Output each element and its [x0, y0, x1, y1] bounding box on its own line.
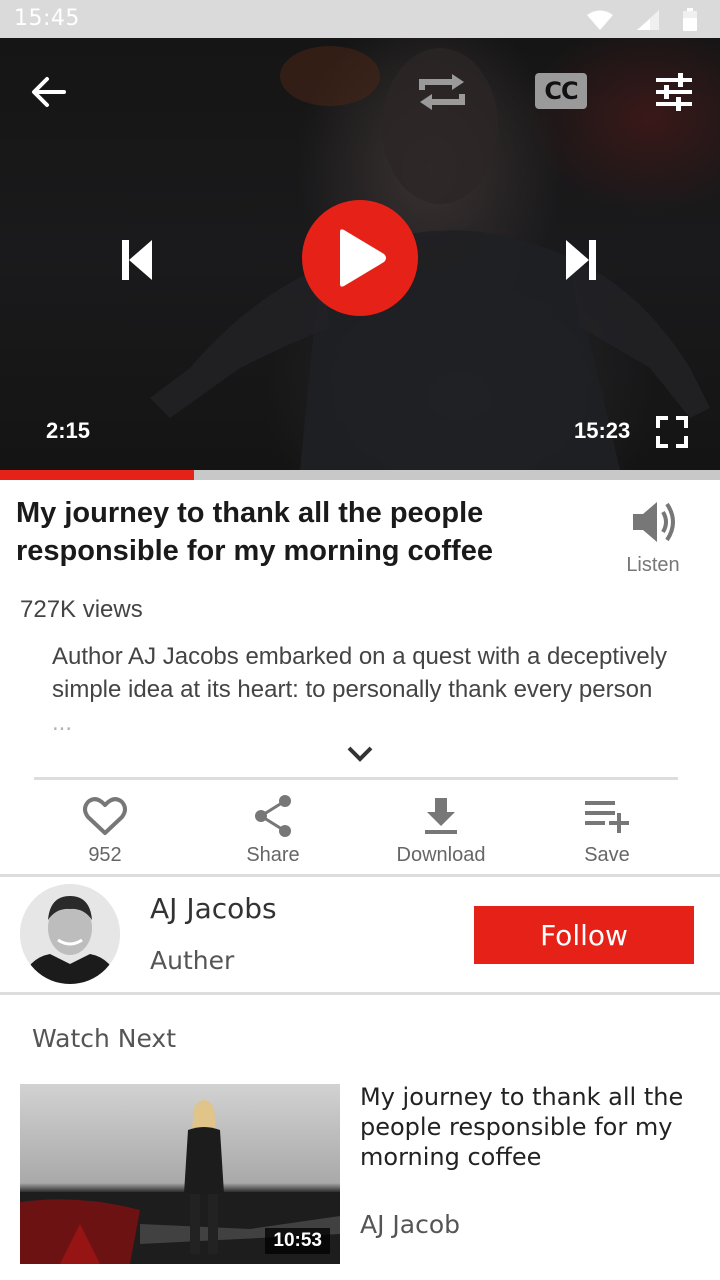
watch-next-author: AJ Jacob	[360, 1210, 461, 1239]
divider	[0, 874, 720, 877]
watch-next-thumbnail[interactable]: 10:53	[20, 1084, 340, 1264]
video-title: My journey to thank all the people respo…	[16, 497, 493, 567]
download-icon	[425, 798, 457, 834]
listen-button[interactable]: Listen	[612, 500, 694, 577]
action-bar: 952 Share Download Save	[0, 790, 720, 876]
closed-captions-button[interactable]: CC	[534, 72, 588, 110]
video-player[interactable]: CC 2:15 15:23	[0, 38, 720, 470]
author-avatar[interactable]	[20, 884, 120, 984]
divider	[34, 777, 678, 780]
previous-button[interactable]	[112, 234, 162, 286]
download-button[interactable]: Download	[356, 790, 526, 867]
share-button[interactable]: Share	[188, 790, 358, 867]
listen-label: Listen	[626, 554, 680, 576]
video-duration-badge: 10:53	[265, 1228, 330, 1254]
playlist-add-icon	[585, 801, 629, 833]
download-label: Download	[396, 844, 486, 866]
back-button[interactable]	[26, 70, 70, 114]
repeat-button[interactable]	[412, 68, 472, 116]
watch-next-title[interactable]: My journey to thank all the people respo…	[360, 1082, 700, 1172]
view-count: 727K views	[20, 596, 143, 623]
save-button[interactable]: Save	[522, 790, 692, 867]
play-button[interactable]	[302, 200, 418, 316]
playback-progress-bar[interactable]	[0, 470, 720, 480]
status-bar: 15:45	[0, 0, 720, 38]
settings-button[interactable]	[650, 70, 698, 114]
speaker-icon	[633, 502, 675, 542]
author-role: Auther	[150, 946, 235, 975]
share-icon	[255, 795, 291, 837]
cc-icon-label: CC	[544, 77, 578, 105]
author-photo	[20, 884, 120, 984]
author-name[interactable]: AJ Jacobs	[150, 892, 277, 925]
battery-icon	[683, 8, 697, 31]
save-label: Save	[584, 844, 630, 866]
cc-icon: CC	[535, 73, 587, 109]
heart-icon	[83, 797, 127, 835]
fullscreen-button[interactable]	[652, 412, 692, 452]
skip-previous-icon	[122, 240, 152, 280]
playback-progress-fill	[0, 470, 195, 480]
status-icons	[586, 8, 698, 32]
tune-icon	[656, 73, 692, 111]
next-button[interactable]	[556, 234, 606, 286]
divider	[0, 992, 720, 995]
title-area: My journey to thank all the people respo…	[16, 494, 576, 570]
chevron-down-icon	[347, 746, 373, 762]
skip-next-icon	[566, 240, 596, 280]
wifi-icon	[587, 10, 613, 30]
total-duration: 15:23	[574, 418, 631, 443]
author-row: AJ Jacobs Auther Follow	[0, 878, 720, 992]
play-icon	[340, 229, 386, 287]
arrow-back-icon	[32, 77, 66, 107]
status-time: 15:45	[14, 6, 80, 31]
fullscreen-icon	[656, 416, 688, 448]
cell-signal-icon	[637, 10, 659, 30]
watch-next-heading: Watch Next	[32, 1024, 177, 1053]
repeat-icon	[419, 74, 465, 110]
like-button[interactable]: 952	[20, 790, 190, 867]
like-count: 952	[88, 844, 122, 866]
expand-description-button[interactable]	[346, 744, 374, 769]
description-fade	[52, 700, 672, 742]
share-label: Share	[246, 844, 300, 866]
elapsed-time: 2:15	[46, 418, 91, 443]
follow-button[interactable]: Follow	[474, 906, 694, 964]
